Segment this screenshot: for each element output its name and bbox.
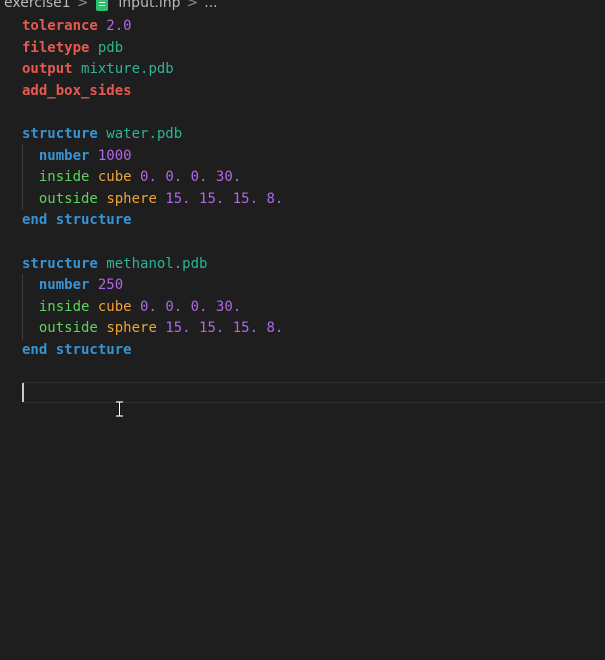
code-token: 1000 xyxy=(97,147,132,164)
code-line[interactable]: outside sphere 15. 15. 15. 8. xyxy=(22,317,283,339)
code-token: add_box_sides xyxy=(22,82,132,99)
code-token: mixture.pdb xyxy=(81,61,174,78)
code-token: 0. 0. 0. 30. xyxy=(140,298,242,315)
code-token: end structure xyxy=(22,212,132,229)
code-editor[interactable]: tolerance 2.0 filetype pdb output mixture.… xyxy=(0,15,605,660)
code-token: inside xyxy=(38,169,90,186)
code-token: tolerance xyxy=(22,18,98,34)
code-line[interactable]: filetype pdb xyxy=(22,37,123,59)
code-line[interactable]: end structure xyxy=(22,209,132,231)
code-token: cube xyxy=(97,298,132,315)
breadcrumb: exercise1 > input.inp > ... xyxy=(4,0,218,12)
code-token: number xyxy=(38,147,90,164)
code-token: cube xyxy=(97,169,132,186)
file-inp-icon xyxy=(96,0,109,11)
code-token: outside xyxy=(38,320,98,337)
code-token: sphere xyxy=(106,190,157,207)
code-token: 15. 15. 15. 8. xyxy=(165,190,284,207)
code-line[interactable]: inside cube 0. 0. 0. 30. xyxy=(22,296,241,318)
breadcrumb-separator: > xyxy=(186,0,199,11)
breadcrumb-folder[interactable]: exercise1 xyxy=(4,0,71,11)
code-token: 2.0 xyxy=(106,18,132,34)
code-token: number xyxy=(38,277,90,294)
code-token: inside xyxy=(38,298,90,315)
code-line[interactable]: number 250 xyxy=(22,274,123,296)
code-line[interactable]: inside cube 0. 0. 0. 30. xyxy=(22,166,241,188)
code-line[interactable]: outside sphere 15. 15. 15. 8. xyxy=(22,188,283,210)
code-token: pdb xyxy=(97,39,124,56)
code-line[interactable]: output mixture.pdb xyxy=(22,58,174,80)
code-token: end structure xyxy=(22,342,132,358)
breadcrumb-ellipsis[interactable]: ... xyxy=(204,0,217,11)
code-token: structure xyxy=(22,126,98,142)
code-token: 0. 0. 0. 30. xyxy=(140,169,242,186)
code-line[interactable]: structure methanol.pdb xyxy=(22,253,207,275)
code-token: filetype xyxy=(22,39,90,56)
code-token: 15. 15. 15. 8. xyxy=(165,320,284,337)
code-token: output xyxy=(22,61,73,78)
breadcrumb-file[interactable]: input.inp xyxy=(118,0,180,11)
ibeam-cursor-icon xyxy=(116,401,123,417)
code-line[interactable]: add_box_sides xyxy=(22,80,132,102)
code-line[interactable]: end structure xyxy=(22,339,132,361)
code-token: 250 xyxy=(97,277,124,294)
breadcrumb-separator: > xyxy=(76,0,89,11)
code-line[interactable]: structure water.pdb xyxy=(22,123,182,145)
code-token: outside xyxy=(38,190,98,207)
code-token: water.pdb xyxy=(106,126,183,142)
code-line[interactable]: number 1000 xyxy=(22,145,132,167)
text-cursor xyxy=(22,383,24,402)
code-line[interactable]: tolerance 2.0 xyxy=(22,15,132,37)
code-token: methanol.pdb xyxy=(106,255,208,272)
current-line-highlight xyxy=(22,382,605,403)
code-token: structure xyxy=(22,255,98,272)
code-token: sphere xyxy=(106,320,157,337)
